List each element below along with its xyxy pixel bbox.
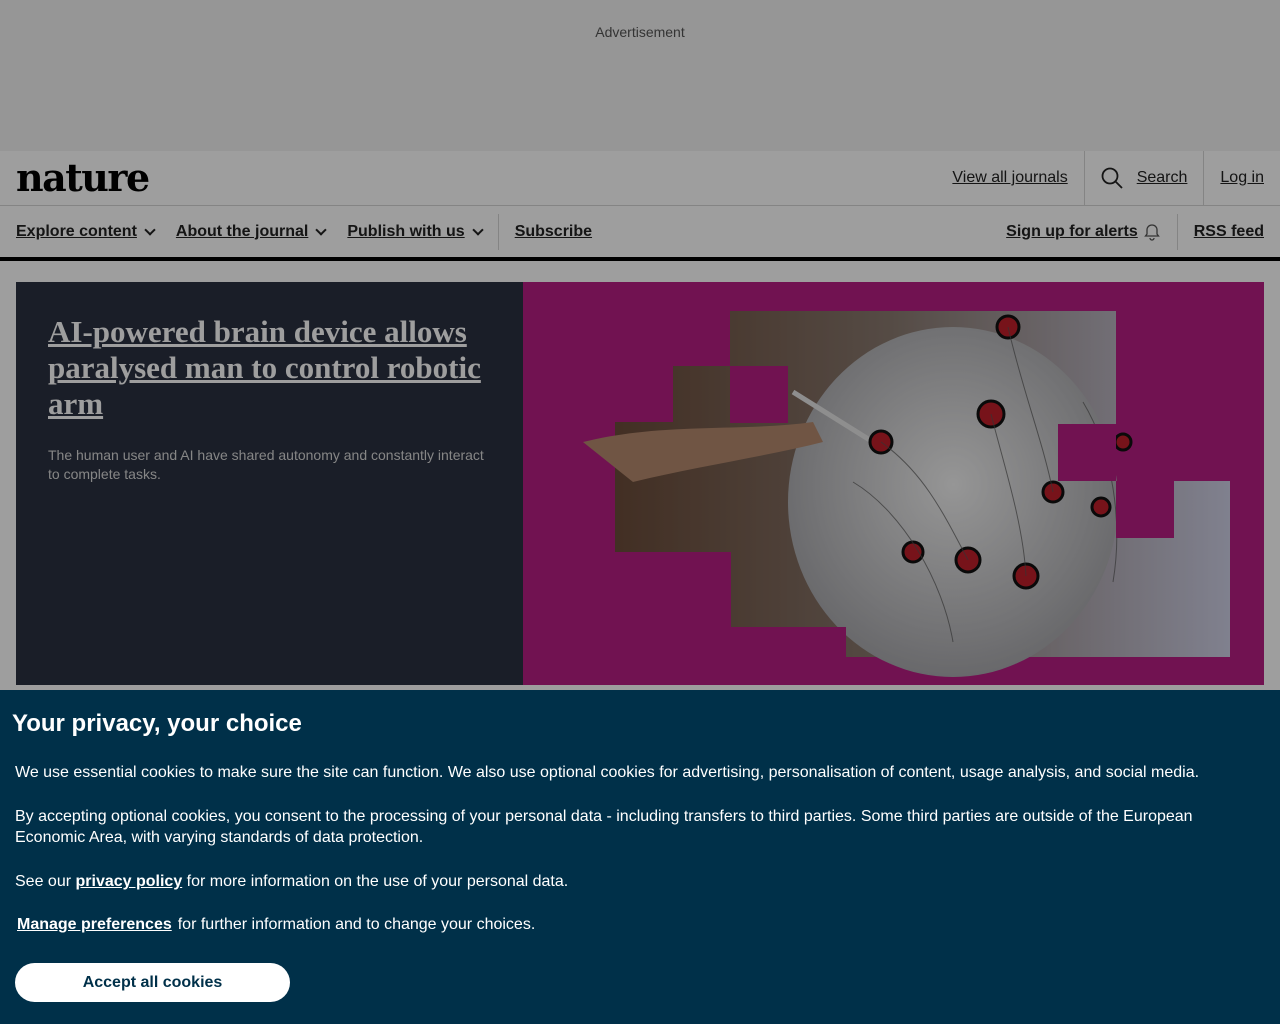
privacy-text-after: for more information on the use of your …: [186, 873, 569, 890]
privacy-text-before: See our: [15, 873, 72, 890]
accept-all-cookies-button[interactable]: Accept all cookies: [15, 963, 290, 1002]
cookie-banner-title: Your privacy, your choice: [12, 710, 302, 737]
cookie-consent-banner: Your privacy, your choice We use essenti…: [0, 690, 1280, 1024]
privacy-policy-link[interactable]: privacy policy: [76, 873, 183, 890]
cookie-text-consent: By accepting optional cookies, you conse…: [15, 808, 1193, 846]
cookie-text-privacy: See our privacy policy for more informat…: [15, 871, 1215, 892]
manage-preferences-text: for further information and to change yo…: [177, 916, 536, 933]
manage-preferences-link[interactable]: Manage preferences: [17, 916, 172, 934]
cookie-text-essential: We use essential cookies to make sure th…: [15, 764, 1200, 781]
manage-preferences-row: Manage preferences for further informati…: [15, 916, 1268, 934]
